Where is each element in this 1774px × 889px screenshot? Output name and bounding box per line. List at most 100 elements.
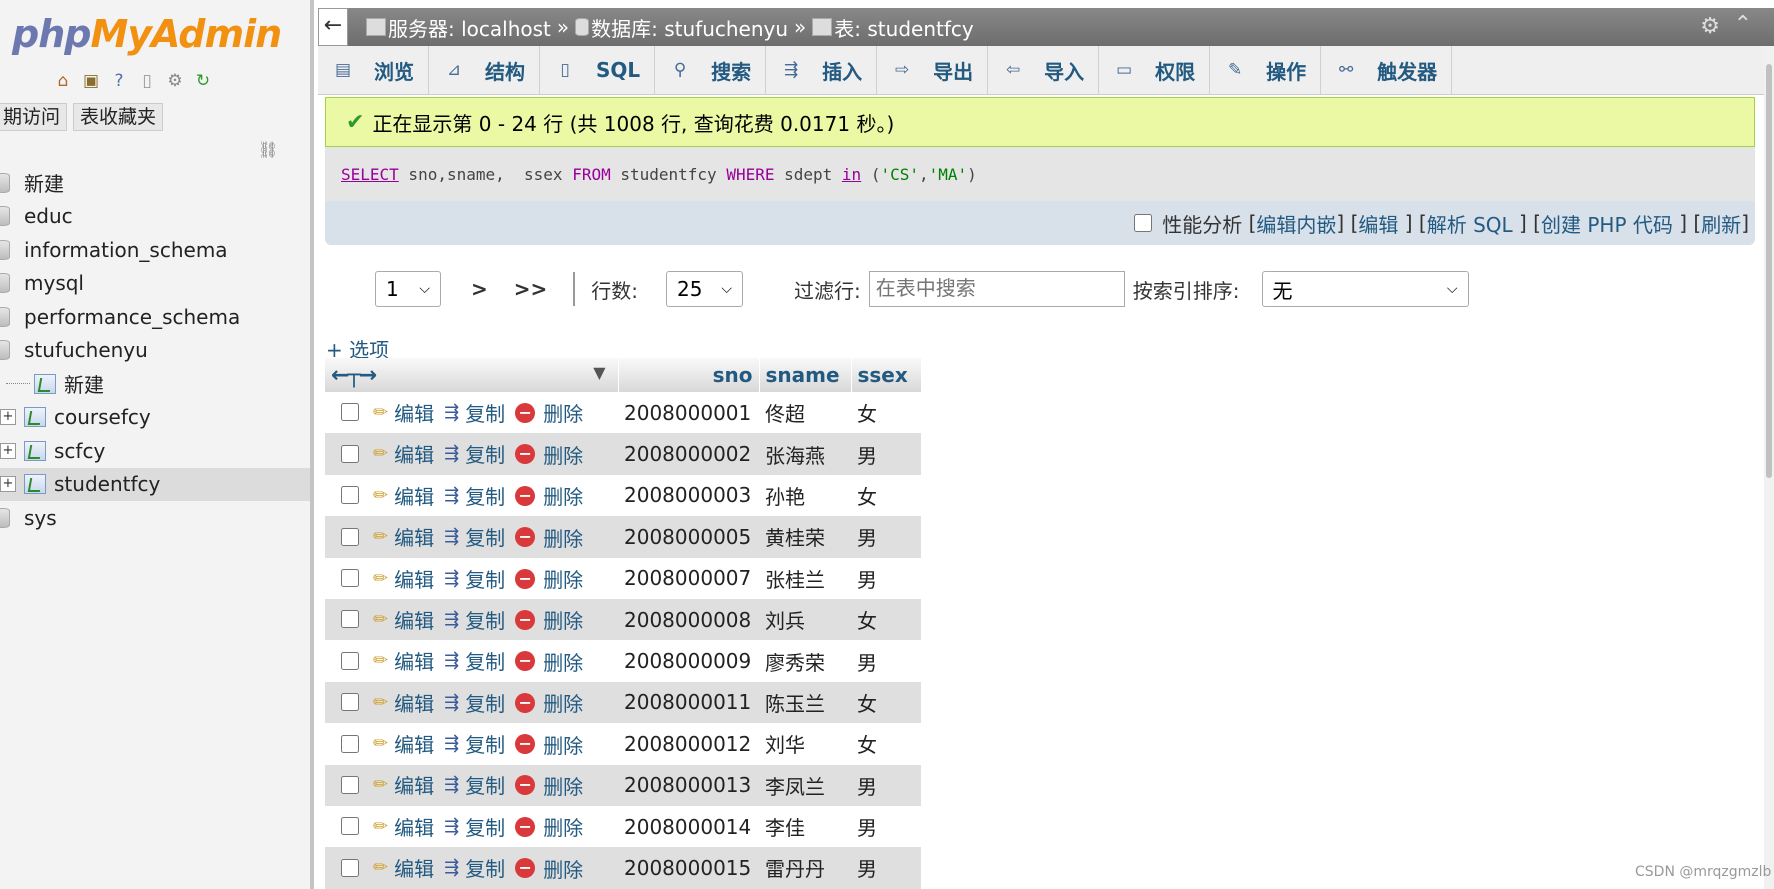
- cell-ssex[interactable]: 男: [851, 806, 921, 847]
- tab-structure[interactable]: ⊿ 结构: [429, 46, 540, 94]
- edit-row-button[interactable]: ✏ 编辑: [373, 853, 434, 882]
- copy-row-button[interactable]: ⇶ 复制: [444, 646, 505, 675]
- profiling-label[interactable]: 性能分析: [1162, 209, 1242, 238]
- tree-db-mysql[interactable]: mysql: [0, 267, 310, 301]
- row-checkbox[interactable]: [341, 610, 359, 629]
- edit-row-button[interactable]: ✏ 编辑: [373, 522, 434, 551]
- copy-row-button[interactable]: ⇶ 复制: [444, 522, 505, 551]
- cell-sname[interactable]: 李凤兰: [759, 764, 851, 806]
- next-page-button[interactable]: >: [471, 277, 488, 301]
- cell-ssex[interactable]: 男: [851, 516, 921, 558]
- edit-row-button[interactable]: ✏ 编辑: [373, 398, 434, 427]
- cell-sname[interactable]: 雷丹丹: [759, 847, 851, 889]
- help-icon[interactable]: ?: [108, 70, 130, 92]
- tree-table-coursefcy[interactable]: + coursefcy: [0, 401, 310, 435]
- tree-db-information-schema[interactable]: information_schema: [0, 233, 310, 267]
- last-page-button[interactable]: >>: [514, 277, 548, 301]
- reload-icon[interactable]: ↻: [192, 70, 214, 92]
- expand-icon[interactable]: +: [0, 442, 16, 459]
- sql-select-keyword[interactable]: SELECT: [341, 165, 399, 184]
- tab-search[interactable]: ⚲ 搜索: [655, 46, 767, 94]
- cell-sname[interactable]: 孙艳: [759, 475, 851, 516]
- cell-ssex[interactable]: 男: [851, 433, 921, 475]
- cell-sname[interactable]: 李佳: [759, 806, 851, 847]
- row-checkbox[interactable]: [341, 569, 359, 587]
- edit-row-button[interactable]: ✏ 编辑: [373, 481, 434, 510]
- copy-row-button[interactable]: ⇶ 复制: [444, 729, 505, 758]
- tab-operations[interactable]: ✎ 操作: [1210, 46, 1322, 94]
- copy-row-button[interactable]: ⇶ 复制: [444, 439, 505, 468]
- row-checkbox[interactable]: [341, 775, 359, 794]
- tab-insert[interactable]: ⇶ 插入: [766, 46, 878, 94]
- row-checkbox[interactable]: [341, 403, 359, 422]
- delete-row-button[interactable]: − 删除: [515, 771, 583, 800]
- copy-row-button[interactable]: ⇶ 复制: [444, 853, 505, 882]
- edit-row-button[interactable]: ✏ 编辑: [373, 729, 434, 758]
- cell-sno[interactable]: 2008000012: [618, 723, 759, 764]
- create-php-link[interactable]: 创建 PHP 代码: [1541, 209, 1673, 238]
- edit-row-button[interactable]: ✏ 编辑: [373, 605, 434, 634]
- cell-sno[interactable]: 2008000015: [618, 847, 759, 889]
- expand-icon[interactable]: +: [0, 409, 16, 426]
- delete-row-button[interactable]: − 删除: [515, 730, 583, 759]
- delete-row-button[interactable]: − 删除: [515, 398, 583, 427]
- tree-db-performance-schema[interactable]: performance_schema: [0, 300, 310, 334]
- row-checkbox[interactable]: [341, 817, 359, 836]
- recent-tab[interactable]: 期访问: [0, 103, 68, 131]
- cell-ssex[interactable]: 女: [851, 681, 921, 724]
- delete-row-button[interactable]: − 删除: [515, 564, 583, 593]
- breadcrumb-database[interactable]: 数据库: stufuchenyu: [591, 13, 788, 42]
- tree-table-studentfcy[interactable]: + studentfcy: [0, 467, 310, 501]
- edit-row-button[interactable]: ✏ 编辑: [373, 688, 434, 717]
- row-checkbox[interactable]: [341, 444, 359, 463]
- cell-sno[interactable]: 2008000011: [618, 681, 759, 724]
- cell-sname[interactable]: 佟超: [759, 392, 851, 433]
- sort-triangle-icon[interactable]: ▼: [593, 363, 605, 382]
- docs-icon[interactable]: ▯: [136, 70, 158, 92]
- phpmyadmin-logo[interactable]: phpMyAdmin: [12, 12, 282, 56]
- gear-icon[interactable]: ⚙: [1700, 14, 1720, 39]
- filter-rows-input[interactable]: [868, 271, 1125, 307]
- delete-row-button[interactable]: − 删除: [515, 647, 583, 676]
- favorites-tab[interactable]: 表收藏夹: [73, 103, 164, 131]
- cell-ssex[interactable]: 女: [851, 598, 921, 641]
- column-resize-arrows-icon[interactable]: ←┬→: [331, 363, 377, 388]
- row-checkbox[interactable]: [341, 693, 359, 712]
- page-select[interactable]: 1 ⌵: [375, 271, 441, 307]
- home-icon[interactable]: ⌂: [52, 70, 74, 92]
- rows-select[interactable]: 25 ⌵: [666, 271, 744, 307]
- copy-row-button[interactable]: ⇶ 复制: [444, 398, 505, 427]
- cell-ssex[interactable]: 女: [851, 475, 921, 516]
- edit-row-button[interactable]: ✏ 编辑: [373, 812, 434, 841]
- tree-new-table[interactable]: 新建: [0, 367, 310, 401]
- copy-row-button[interactable]: ⇶ 复制: [444, 688, 505, 717]
- cell-sname[interactable]: 陈玉兰: [759, 681, 851, 724]
- delete-row-button[interactable]: − 删除: [515, 605, 583, 634]
- tree-db-sys[interactable]: sys: [0, 501, 310, 535]
- cell-sno[interactable]: 2008000001: [618, 392, 759, 433]
- edit-inline-link[interactable]: 编辑内嵌: [1256, 209, 1336, 238]
- cell-ssex[interactable]: 男: [851, 558, 921, 599]
- expand-icon[interactable]: +: [0, 476, 16, 493]
- cell-ssex[interactable]: 女: [851, 392, 921, 433]
- breadcrumb-table[interactable]: 表: studentfcy: [834, 13, 973, 42]
- explain-sql-link[interactable]: 解析 SQL: [1427, 209, 1513, 238]
- row-checkbox[interactable]: [341, 734, 359, 753]
- tree-new-database[interactable]: 新建: [0, 166, 310, 200]
- delete-row-button[interactable]: − 删除: [515, 812, 583, 841]
- sql-in-keyword[interactable]: in: [842, 165, 861, 184]
- collapse-sidebar-button[interactable]: ←: [318, 8, 348, 46]
- cell-ssex[interactable]: 男: [851, 847, 921, 889]
- cell-sno[interactable]: 2008000013: [618, 764, 759, 806]
- copy-row-button[interactable]: ⇶ 复制: [444, 770, 505, 799]
- column-header-sname[interactable]: sname: [759, 358, 852, 392]
- column-header-sno[interactable]: sno: [618, 358, 760, 392]
- delete-row-button[interactable]: − 删除: [515, 523, 583, 552]
- tree-db-educ[interactable]: educ: [0, 200, 310, 234]
- link-with-main-icon[interactable]: ⛓: [258, 140, 278, 159]
- copy-row-button[interactable]: ⇶ 复制: [444, 812, 505, 841]
- cell-sno[interactable]: 2008000005: [618, 516, 759, 558]
- tab-import[interactable]: ⇦ 导入: [988, 46, 1100, 94]
- tab-sql[interactable]: ▯ SQL: [540, 46, 656, 94]
- cell-sno[interactable]: 2008000007: [618, 558, 759, 599]
